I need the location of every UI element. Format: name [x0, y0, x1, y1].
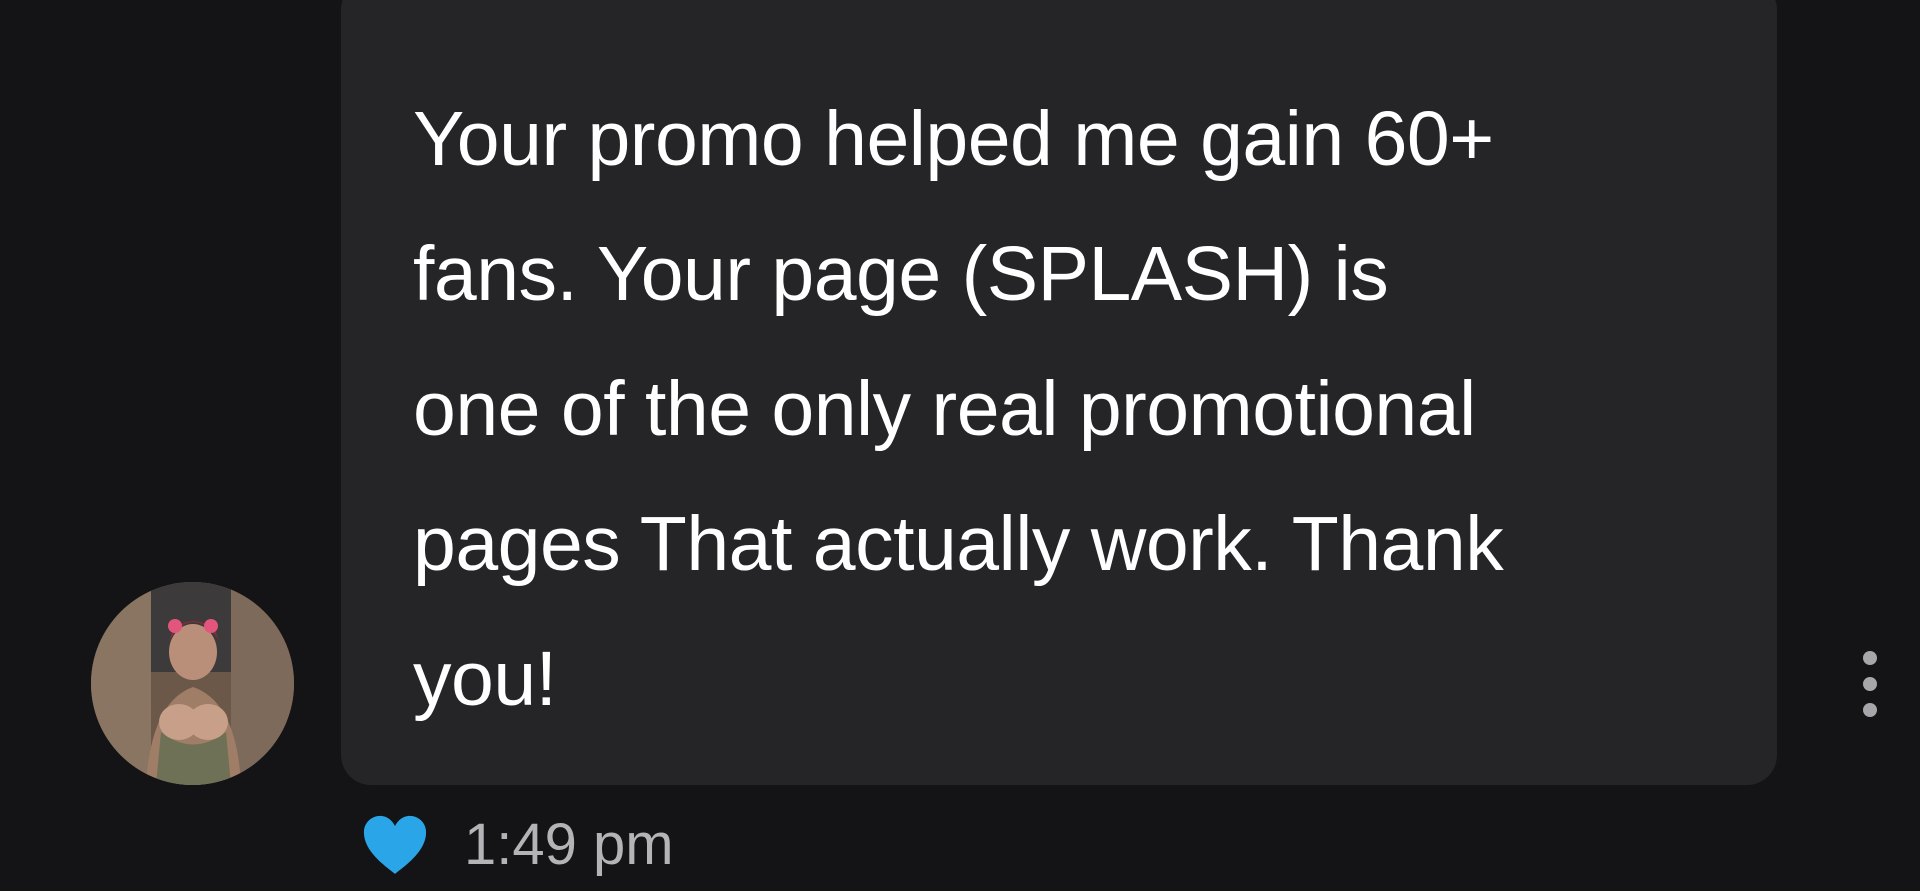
more-options-icon-dot	[1863, 677, 1877, 691]
avatar-photo	[91, 582, 294, 785]
avatar[interactable]	[91, 582, 294, 785]
message-meta: 1:49 pm	[361, 810, 674, 880]
message-bubble[interactable]: Your promo helped me gain 60+ fans. Your…	[341, 0, 1777, 785]
message-text: Your promo helped me gain 60+ fans. Your…	[413, 96, 1504, 722]
chat-screen: Your promo helped me gain 60+ fans. Your…	[0, 0, 1920, 891]
message-timestamp: 1:49 pm	[464, 812, 674, 877]
more-options-button[interactable]	[1852, 651, 1888, 717]
more-options-icon-dot	[1863, 703, 1877, 717]
heart-icon[interactable]	[361, 814, 429, 876]
more-options-icon	[1863, 651, 1877, 665]
